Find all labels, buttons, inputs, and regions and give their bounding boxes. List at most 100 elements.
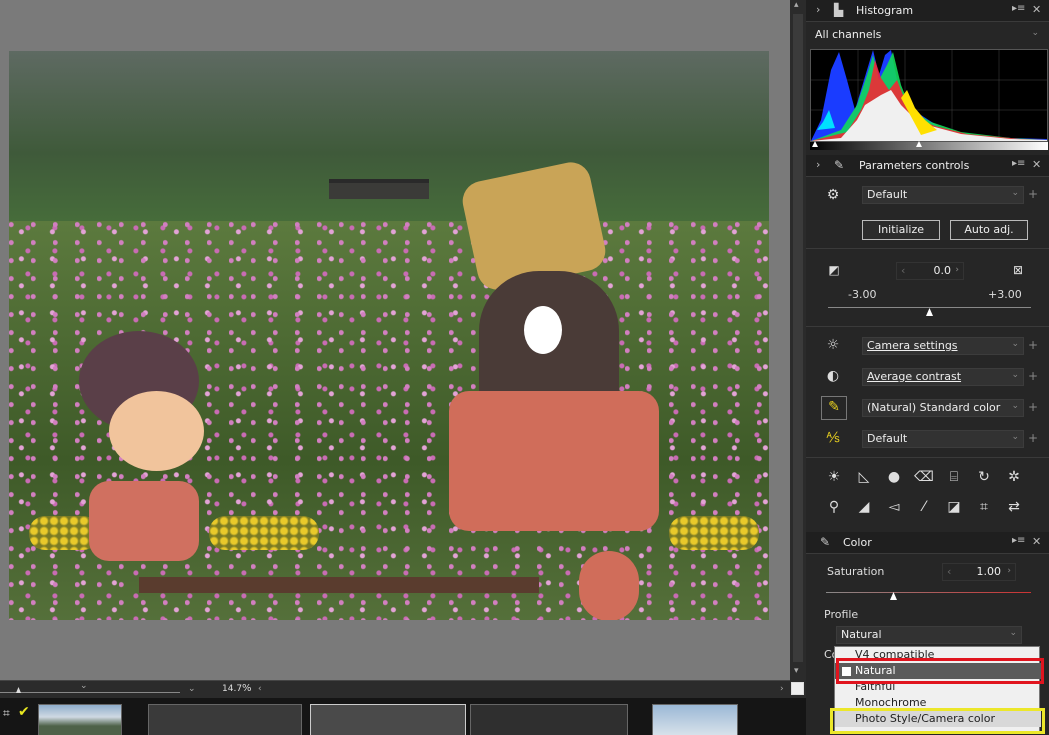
exposure-icon: ◩ [828,263,840,277]
scroll-down-icon[interactable]: ▾ [794,666,799,676]
saturation-slider-track[interactable] [826,592,1031,593]
picture-control-select[interactable]: (Natural) Standard color ⌄ [862,399,1024,417]
saturation-label: Saturation [827,565,885,578]
color-header[interactable]: ✎ Color ▸≡ ✕ [806,532,1049,554]
add-icon[interactable]: + [1028,400,1038,414]
chevron-down-icon[interactable]: ⌄ [80,681,88,691]
frame-tool-icon[interactable]: ⌸ [944,467,964,487]
add-icon[interactable]: + [1028,338,1038,352]
crop-icon[interactable]: ⌗ [3,706,10,721]
histogram-header[interactable]: › ▙ Histogram ▸≡ ✕ [806,0,1049,22]
crop-tool-icon[interactable]: ⌗ [974,497,994,517]
scroll-left-icon[interactable]: ‹ [258,684,262,694]
add-icon[interactable]: + [1028,369,1038,383]
color-sphere-tool-icon[interactable]: ● [884,467,904,487]
contrast-select[interactable]: Average contrast ⌄ [862,368,1024,386]
increase-arrow-icon[interactable]: › [955,265,959,275]
white-balance-select[interactable]: Camera settings ⌄ [862,337,1024,355]
fisheye-tool-icon[interactable]: ◅ [884,497,904,517]
scroll-right-icon[interactable]: › [780,684,784,694]
vignette-tool-icon[interactable]: ◢ [854,497,874,517]
filmstrip-thumbnail[interactable] [652,704,738,735]
rotate-tool-icon[interactable]: ↻ [974,467,994,487]
profile-value: Natural [841,628,882,641]
brush-tool-icon[interactable]: ⁄ [914,497,934,517]
layers-tool-icon[interactable]: ◪ [944,497,964,517]
exposure-slider-track[interactable] [828,307,1031,308]
exposure-min-label: -3.00 [848,288,877,301]
close-icon[interactable]: ✕ [1032,535,1041,548]
parameters-title: Parameters controls [859,159,970,172]
histogram-title: Histogram [856,4,914,17]
zoom-slider-thumb[interactable] [16,687,21,693]
panel-menu-icon[interactable]: ▸≡ [1012,158,1025,169]
photo-bench [139,577,539,593]
gear-icon[interactable]: ⚙ [823,185,843,205]
auto-adjust-button[interactable]: Auto adj. [950,220,1028,240]
filmstrip-thumbnail[interactable] [148,704,302,735]
photo-girl-figure [39,331,219,571]
exposure-picker-icon[interactable]: ⊠ [1008,260,1028,280]
add-preset-icon[interactable]: + [1028,187,1038,201]
levels-tool-icon[interactable]: ◺ [854,467,874,487]
chevron-down-icon: ⌄ [1011,188,1019,198]
collapse-arrow-icon[interactable]: › [816,3,820,16]
initialize-button[interactable]: Initialize [862,220,940,240]
saturation-slider-thumb[interactable] [890,592,897,600]
transform-tool-icon[interactable]: ⇄ [1004,497,1024,517]
chevron-down-icon: ⌄ [1011,370,1019,380]
decrease-arrow-icon[interactable]: ‹ [947,565,951,578]
preset-value: Default [867,188,908,201]
noise-tool-icon[interactable]: ✲ [1004,467,1024,487]
histogram-graph [811,50,1047,141]
histogram-icon: ▙ [834,3,844,17]
picture-control-icon[interactable]: ✎ [821,396,847,420]
filmstrip[interactable]: ⌗ ✔ [0,698,806,735]
close-icon[interactable]: ✕ [1032,158,1041,171]
profile-select[interactable]: Natural ⌄ [836,626,1022,644]
histogram-channel-value: All channels [815,28,882,41]
image-viewer[interactable] [0,0,790,680]
filter-preset-value: Default [867,432,908,445]
chevron-down-icon: ⌄ [1011,432,1019,442]
filter-preset-select[interactable]: Default ⌄ [862,430,1024,448]
collapse-arrow-icon[interactable]: › [816,158,820,171]
chevron-down-icon: ⌄ [1011,401,1019,411]
saturation-value: 1.00 [976,565,1002,578]
highlight-box-yellow [830,708,1045,734]
brightness-tool-icon[interactable]: ☀ [824,467,844,487]
exposure-max-label: +3.00 [988,288,1022,301]
close-icon[interactable]: ✕ [1032,3,1041,16]
profile-label: Profile [824,608,859,621]
histogram-channel-select[interactable]: All channels ⌄ [810,26,1044,44]
decrease-arrow-icon[interactable]: ‹ [901,264,905,277]
divider [806,457,1049,458]
filmstrip-thumbnail-selected[interactable] [310,704,466,735]
zoom-dropdown-icon[interactable]: ⌄ [188,684,196,694]
photo-preview[interactable] [9,51,769,620]
filmstrip-thumbnail[interactable] [470,704,628,735]
photo-bear-figure [449,158,659,620]
saturation-value-field[interactable]: ‹ 1.00 › [942,563,1016,581]
exposure-slider-thumb[interactable] [926,308,933,316]
preset-select[interactable]: Default ⌄ [862,186,1024,204]
viewer-vertical-scrollbar[interactable]: ▴ ▾ [790,0,806,698]
increase-arrow-icon[interactable]: › [1007,566,1011,576]
panel-menu-icon[interactable]: ▸≡ [1012,3,1025,14]
panel-menu-icon[interactable]: ▸≡ [1012,535,1025,546]
zoom-slider-track[interactable] [0,692,180,693]
filmstrip-thumbnail[interactable] [38,704,122,735]
photo-house [329,179,429,199]
parameters-header[interactable]: › ✎ Parameters controls ▸≡ ✕ [806,155,1049,177]
scrollbar-thumb[interactable] [793,14,803,662]
zoom-percent-label: % [242,683,252,694]
photo-marigolds [209,516,319,550]
parameters-icon: ✎ [834,158,845,172]
eraser-tool-icon[interactable]: ⌫ [914,467,934,487]
exposure-value-field[interactable]: ‹ 0.0 › [896,262,964,280]
scroll-up-icon[interactable]: ▴ [794,0,799,10]
retouch-tool-icon[interactable]: ⚲ [824,497,844,517]
checkmark-icon: ✔ [18,704,30,720]
add-icon[interactable]: + [1028,431,1038,445]
fit-view-icon[interactable] [791,682,804,695]
